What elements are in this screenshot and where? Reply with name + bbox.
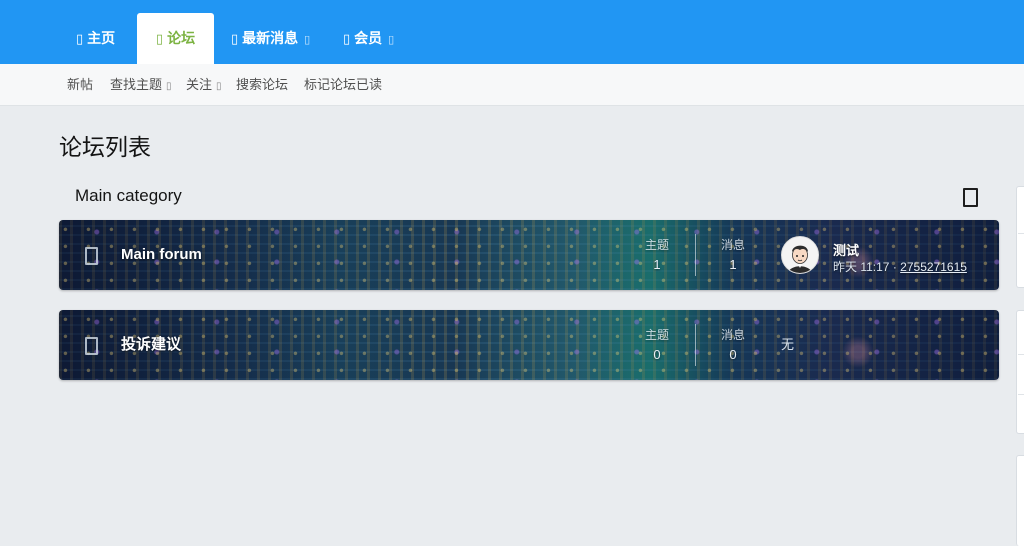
messages-stat: 消息 1 bbox=[703, 236, 763, 272]
tab-forums-label: 论坛 bbox=[167, 30, 196, 46]
sidebar-divider bbox=[1018, 233, 1024, 234]
forum-row-main-forum[interactable]: Main forum 主题 1 消息 1 测试 昨天 11:17 · 27552… bbox=[59, 220, 999, 290]
subnav-find-threads[interactable]: 查找主题 ▯ bbox=[110, 64, 172, 105]
tab-home-label: 主页 bbox=[87, 30, 116, 46]
forum-row-feedback[interactable]: 投诉建议 主题 0 消息 0 无 bbox=[59, 310, 999, 380]
threads-label: 主题 bbox=[644, 238, 669, 252]
forum-icon bbox=[85, 247, 98, 265]
sidebar-divider bbox=[1018, 354, 1024, 355]
collapse-toggle-icon[interactable] bbox=[963, 188, 978, 207]
messages-count: 1 bbox=[729, 257, 737, 272]
bolt-icon: ▯ bbox=[231, 32, 239, 47]
subnav-watched[interactable]: 关注 ▯ bbox=[186, 64, 222, 105]
sidebar-panel bbox=[1016, 310, 1024, 434]
threads-label: 主题 bbox=[644, 328, 669, 342]
users-icon: ▯ bbox=[343, 32, 351, 47]
subnav-watched-label: 关注 bbox=[186, 77, 213, 92]
messages-label: 消息 bbox=[720, 238, 745, 252]
messages-count: 0 bbox=[729, 347, 737, 362]
subnav-new-posts[interactable]: 新帖 bbox=[67, 64, 93, 105]
last-post-username[interactable]: 2755271615 bbox=[900, 260, 967, 274]
threads-stat: 主题 1 bbox=[627, 236, 687, 272]
last-post-none: 无 bbox=[781, 337, 795, 352]
forum-background-image bbox=[59, 310, 999, 380]
last-post-title[interactable]: 测试 bbox=[833, 240, 859, 259]
stats-divider bbox=[695, 234, 696, 276]
comments-icon: ▯ bbox=[155, 32, 164, 47]
tab-whats-new[interactable]: ▯ 最新消息 ▯ bbox=[231, 13, 310, 64]
chevron-down-icon[interactable]: ▯ bbox=[388, 33, 394, 46]
last-post-time[interactable]: 昨天 11:17 bbox=[833, 260, 889, 274]
avatar[interactable] bbox=[781, 236, 819, 274]
chevron-down-icon[interactable]: ▯ bbox=[166, 81, 172, 92]
chevron-down-icon[interactable]: ▯ bbox=[216, 81, 222, 92]
meta-separator: · bbox=[892, 260, 897, 274]
forum-icon bbox=[85, 337, 98, 355]
home-icon: ▯ bbox=[76, 32, 84, 47]
page-title: 论坛列表 bbox=[59, 134, 151, 160]
forum-title[interactable]: 投诉建议 bbox=[121, 310, 181, 380]
subnav-mark-read[interactable]: 标记论坛已读 bbox=[304, 64, 382, 105]
subnav-find-threads-label: 查找主题 bbox=[110, 77, 163, 92]
chevron-down-icon[interactable]: ▯ bbox=[304, 33, 310, 46]
tab-forums[interactable]: ▯ 论坛 bbox=[137, 13, 214, 64]
sidebar-panel bbox=[1016, 455, 1024, 546]
threads-count: 0 bbox=[653, 347, 661, 362]
tab-members[interactable]: ▯ 会员 ▯ bbox=[343, 13, 394, 64]
messages-stat: 消息 0 bbox=[703, 326, 763, 362]
sidebar-divider bbox=[1018, 394, 1024, 395]
threads-stat: 主题 0 bbox=[627, 326, 687, 362]
last-post-meta: 昨天 11:17 · 2755271615 bbox=[833, 258, 967, 275]
sidebar-panel bbox=[1016, 186, 1024, 288]
category-title[interactable]: Main category bbox=[75, 186, 182, 206]
top-navbar: ▯ 主页 ▯ 论坛 ▯ 最新消息 ▯ ▯ 会员 ▯ bbox=[0, 0, 1024, 64]
forum-title[interactable]: Main forum bbox=[121, 220, 202, 290]
stats-divider bbox=[695, 324, 696, 366]
tab-home[interactable]: ▯ 主页 bbox=[76, 13, 115, 64]
threads-count: 1 bbox=[653, 257, 661, 272]
sub-navbar: 新帖 查找主题 ▯ 关注 ▯ 搜索论坛 标记论坛已读 bbox=[0, 64, 1024, 106]
subnav-search-forums[interactable]: 搜索论坛 bbox=[236, 64, 288, 105]
tab-whats-new-label: 最新消息 bbox=[242, 30, 299, 46]
messages-label: 消息 bbox=[720, 328, 745, 342]
avatar-image bbox=[782, 237, 818, 273]
tab-members-label: 会员 bbox=[354, 30, 383, 46]
